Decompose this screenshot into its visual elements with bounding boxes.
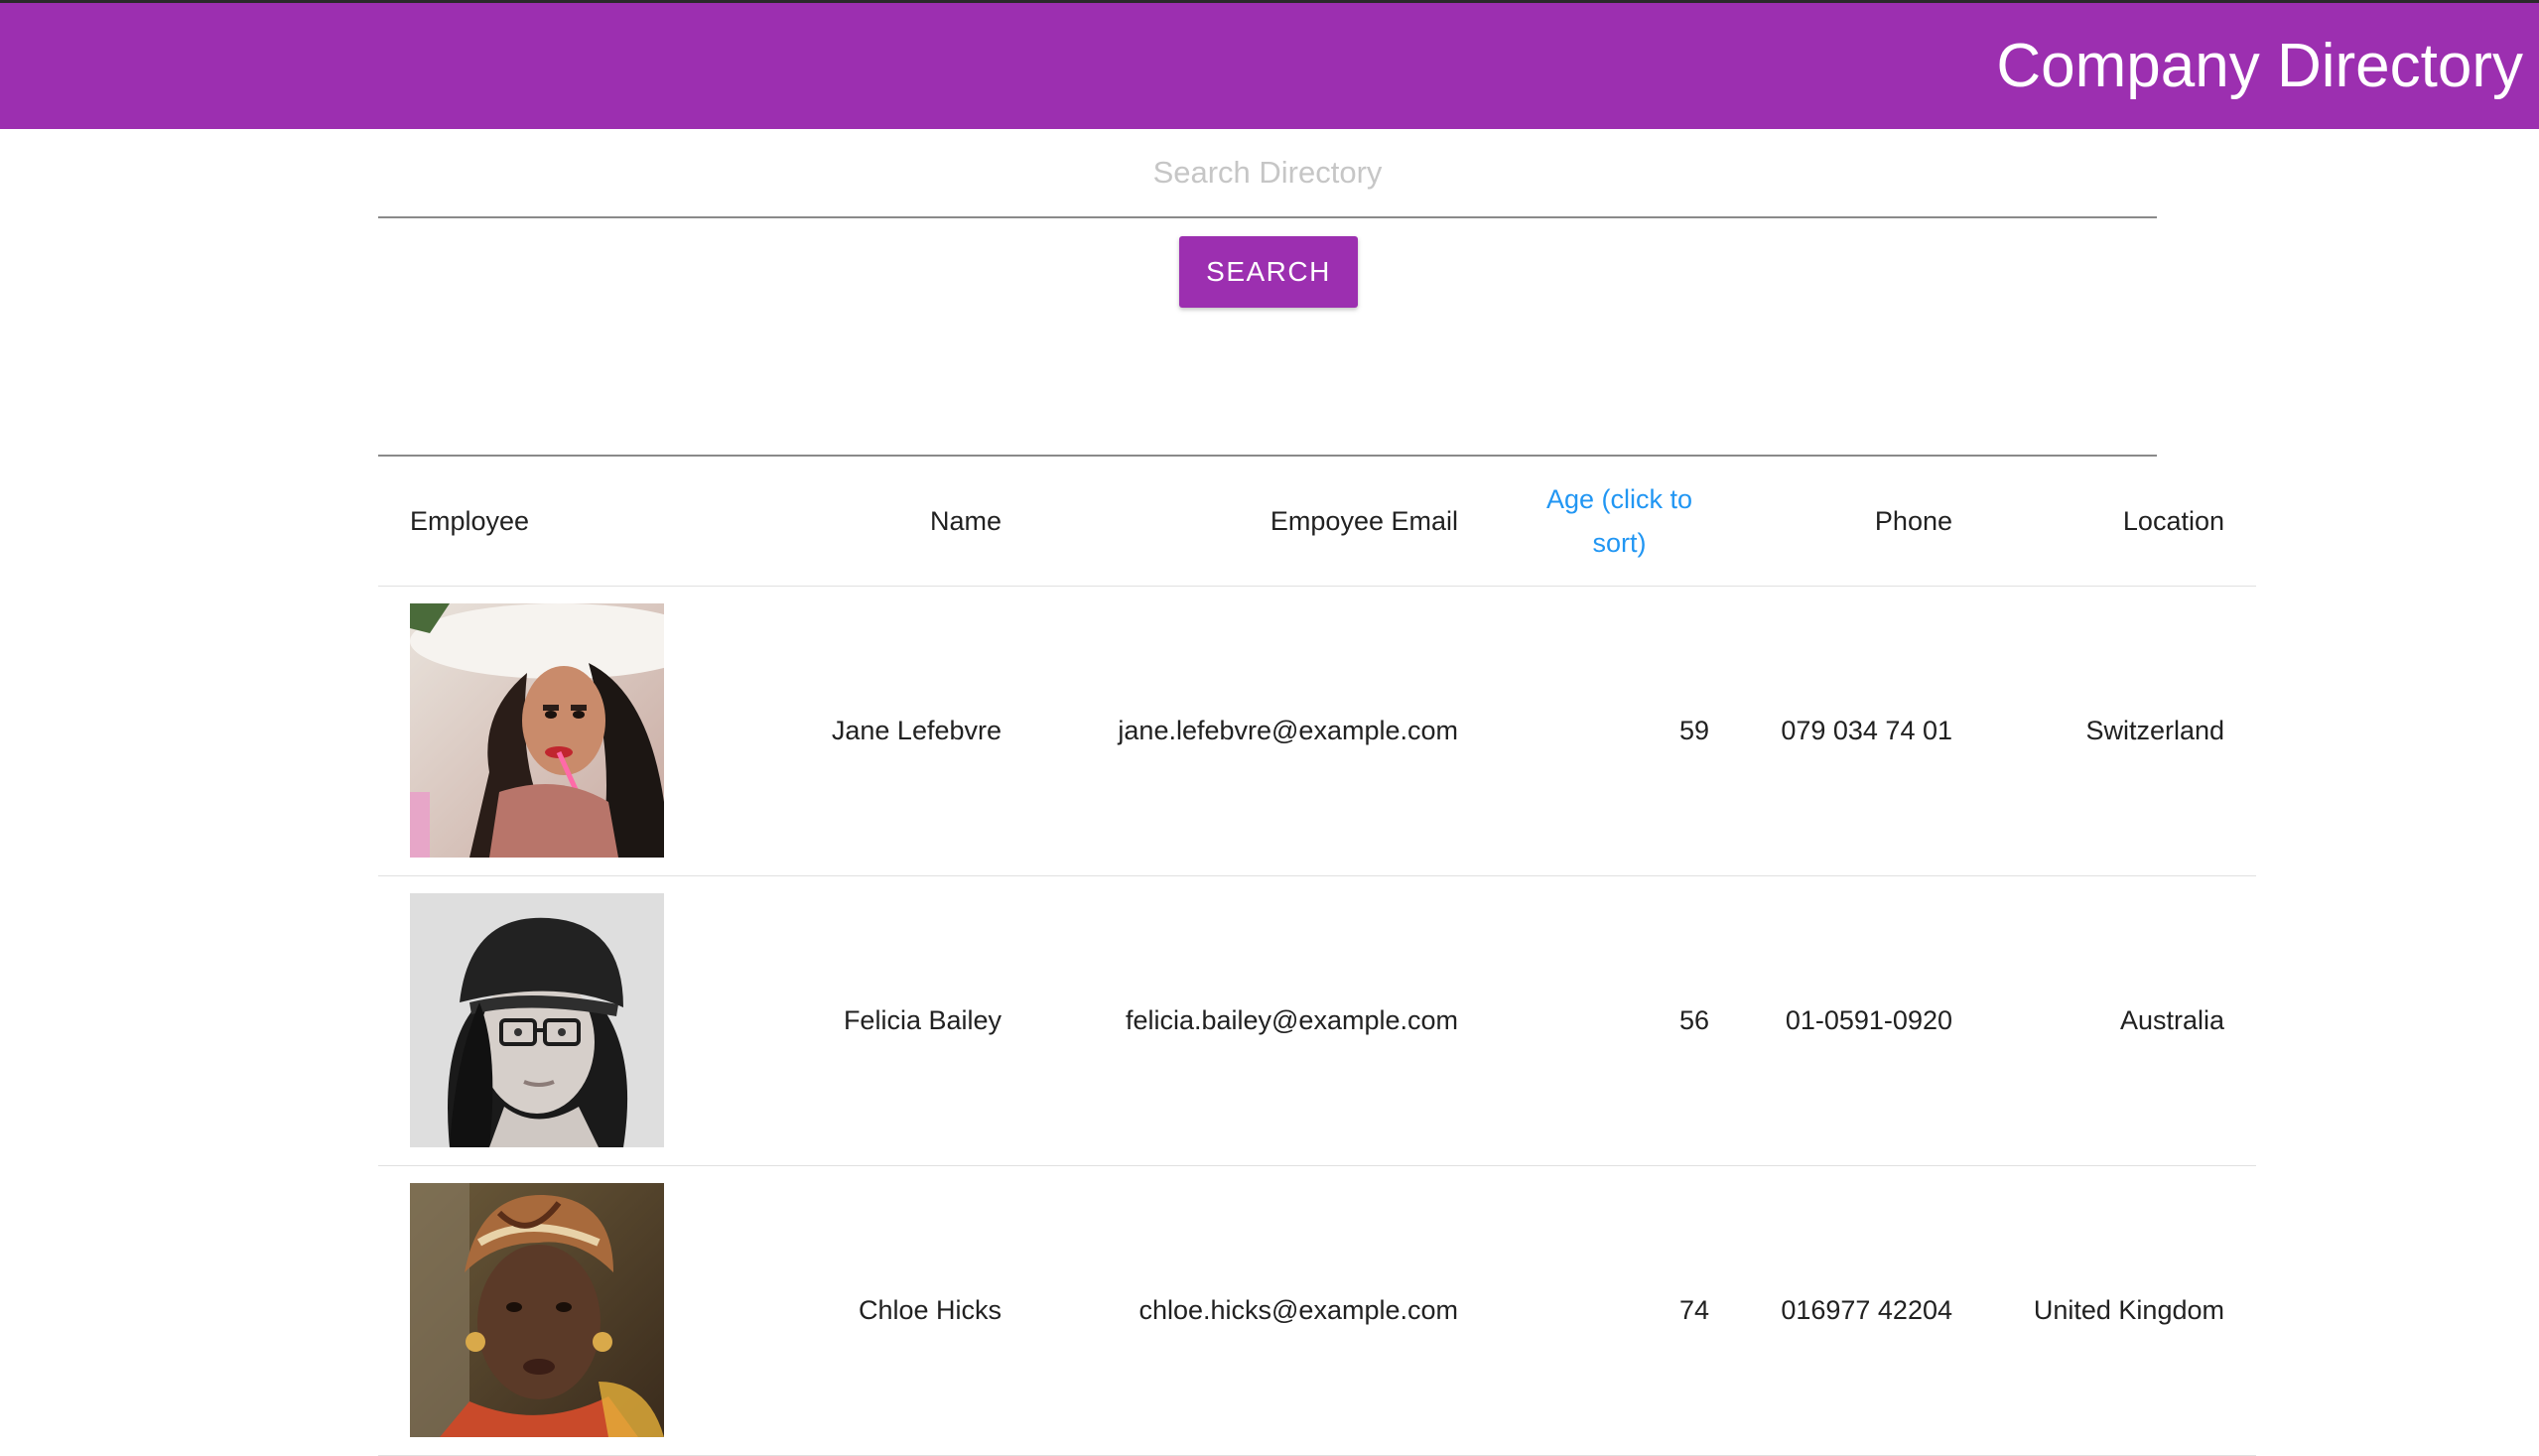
employee-phone: 016977 42204 <box>1741 1165 1984 1456</box>
employee-photo-cell <box>378 1165 696 1456</box>
employee-phone: 01-0591-0920 <box>1741 875 1984 1166</box>
employee-name: Jane Lefebvre <box>696 586 1033 876</box>
employee-email: chloe.hicks@example.com <box>1033 1165 1490 1456</box>
table-header: Employee Name Empoyee Email Age (click t… <box>378 457 2256 587</box>
column-header-phone: Phone <box>1741 457 1984 587</box>
column-header-age: Age (click to sort) <box>1490 457 1741 587</box>
employee-photo-cell <box>378 875 696 1166</box>
table-header-row: Employee Name Empoyee Email Age (click t… <box>378 457 2256 587</box>
employee-location: Switzerland <box>1984 586 2256 876</box>
column-header-location: Location <box>1984 457 2256 587</box>
employee-photo-chloe <box>410 1183 664 1437</box>
search-bar <box>378 129 2157 218</box>
employee-name: Chloe Hicks <box>696 1165 1033 1456</box>
table-row: Jane Lefebvre jane.lefebvre@example.com … <box>378 586 2256 876</box>
employee-table-container: Employee Name Empoyee Email Age (click t… <box>378 455 2256 1456</box>
employee-name: Felicia Bailey <box>696 875 1033 1166</box>
search-button[interactable]: SEARCH <box>1179 236 1358 308</box>
employee-photo-jane <box>410 603 664 858</box>
employee-photo-felicia <box>410 893 664 1147</box>
employee-photo-cell <box>378 586 696 876</box>
employee-table: Employee Name Empoyee Email Age (click t… <box>378 457 2256 1456</box>
column-header-name: Name <box>696 457 1033 587</box>
search-input[interactable] <box>378 129 2157 218</box>
sort-by-age-link[interactable]: Age (click to sort) <box>1522 477 1717 565</box>
column-header-employee: Employee <box>378 457 696 587</box>
page-title: Company Directory <box>1996 32 2523 100</box>
employee-age: 59 <box>1490 586 1741 876</box>
table-body: Jane Lefebvre jane.lefebvre@example.com … <box>378 586 2256 1456</box>
employee-email: felicia.bailey@example.com <box>1033 875 1490 1166</box>
table-row: Chloe Hicks chloe.hicks@example.com 74 0… <box>378 1165 2256 1456</box>
column-header-email: Empoyee Email <box>1033 457 1490 587</box>
employee-location: United Kingdom <box>1984 1165 2256 1456</box>
table-row: Felicia Bailey felicia.bailey@example.co… <box>378 875 2256 1166</box>
employee-age: 74 <box>1490 1165 1741 1456</box>
employee-email: jane.lefebvre@example.com <box>1033 586 1490 876</box>
app-header: Company Directory <box>0 0 2539 129</box>
employee-phone: 079 034 74 01 <box>1741 586 1984 876</box>
employee-age: 56 <box>1490 875 1741 1166</box>
employee-location: Australia <box>1984 875 2256 1166</box>
